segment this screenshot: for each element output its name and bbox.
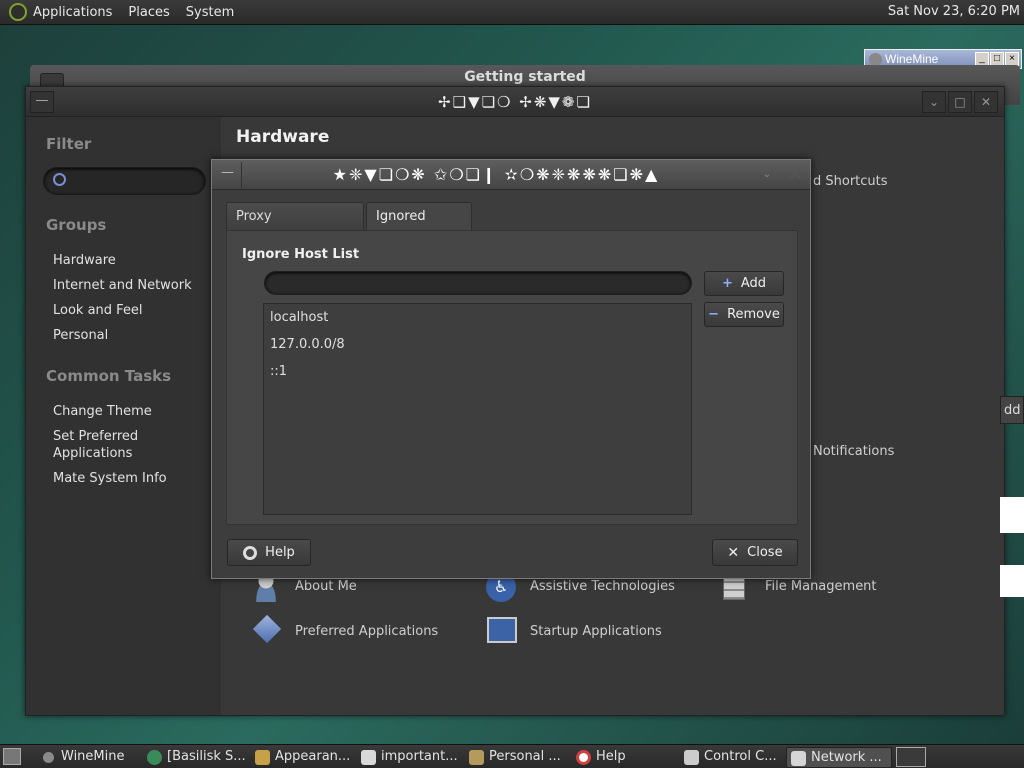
proxy-dialog-title: ★❈▼❏❍❋ ✩❍❏❙ ✫❍❋❈❋❋❋❏❋▲ [332,165,660,184]
network-icon [791,751,806,766]
taskbar-item-winemine[interactable]: WineMine [37,747,140,768]
tab-proxy-configuration[interactable]: Proxy Configuration [226,202,364,251]
host-list-item[interactable]: 127.0.0.0/8 [270,337,345,352]
task-label: Appearan... [275,749,351,764]
maximize-button[interactable]: □ [948,91,972,113]
task-label: [Basilisk S... [167,749,246,764]
taskbar-item-help[interactable]: Help [572,747,676,768]
diamond-app-icon [252,614,282,644]
task-label: Network ... [811,750,882,765]
filter-search-input[interactable] [43,167,206,195]
close-button[interactable]: ✕ [782,162,808,188]
minus-icon: − [708,307,720,322]
task-label: important... [381,749,458,764]
tab-ignored-hosts[interactable]: Ignored Hosts [366,202,472,251]
mate-menu-icon[interactable] [9,3,27,21]
partial-white-panel-2 [1000,565,1024,597]
ignore-host-list-label: Ignore Host List [242,247,360,262]
host-entry-input[interactable] [264,271,692,295]
lifebuoy-icon [576,750,591,765]
taskbar-item-appearance[interactable]: Appearan... [251,747,355,768]
keyboard-shortcuts-item[interactable]: d Shortcuts [813,174,888,189]
system-menu[interactable]: System [186,5,234,20]
top-panel: Applications Places System Sat Nov 23, 6… [0,0,1024,25]
proxy-dialog-titlebar[interactable]: — ★❈▼❏❍❋ ✩❍❏❙ ✫❍❋❈❋❋❋❏❋▲ ⌄ ✕ [212,160,810,190]
getting-started-title: Getting started [464,69,586,85]
add-host-button[interactable]: + Add [704,271,784,296]
remove-host-button[interactable]: − Remove [704,302,784,327]
help-button-label: Help [265,545,295,560]
add-button-label: Add [740,276,767,291]
taskbar-item-important[interactable]: important... [357,747,463,768]
host-list-item[interactable]: ::1 [270,364,287,379]
close-button[interactable]: × [1005,52,1019,66]
remove-button-label: Remove [727,307,780,322]
network-proxy-dialog: — ★❈▼❏❍❋ ✩❍❏❙ ✫❍❋❈❋❋❋❏❋▲ ⌄ ✕ Proxy Confi… [211,159,811,579]
applications-menu[interactable]: Applications [33,5,112,20]
lifebuoy-icon [243,545,258,560]
maximize-button[interactable]: □ [990,52,1004,66]
sidebar: Filter Groups Hardware Internet and Netw… [26,117,221,715]
preferred-applications-item[interactable]: Preferred Applications [295,624,438,639]
common-tasks-heading: Common Tasks [46,367,172,385]
close-button-label: Close [747,545,783,560]
host-list-item[interactable]: localhost [270,310,328,325]
control-center-titlebar[interactable]: — ✢❑▼❏❍ ✢❋▼❁❏ ⌄ □ ✕ [26,87,1004,117]
group-look-feel[interactable]: Look and Feel [53,302,213,319]
text-editor-icon [361,750,376,765]
startup-icon [487,617,517,643]
show-desktop-icon[interactable] [3,748,21,765]
control-center-icon [684,750,699,765]
mine-icon [43,752,54,763]
help-button[interactable]: Help [227,539,311,566]
groups-heading: Groups [46,216,107,234]
shade-button[interactable]: ⌄ [754,162,780,188]
task-set-preferred-apps[interactable]: Set Preferred Applications [53,428,163,462]
partial-white-panel [1000,497,1024,533]
task-mate-system-info[interactable]: Mate System Info [53,470,213,487]
taskbar-item-personal[interactable]: Personal ... [465,747,569,768]
about-me-item[interactable]: About Me [295,579,357,594]
assistive-technologies-item[interactable]: Assistive Technologies [530,579,675,594]
task-label: Help [596,749,626,764]
close-dialog-button[interactable]: ✕ Close [712,539,798,566]
group-hardware[interactable]: Hardware [53,252,213,269]
close-button[interactable]: ✕ [974,91,998,113]
taskbar-item-control-center[interactable]: Control C... [680,747,784,768]
task-label: WineMine [61,749,125,764]
group-personal[interactable]: Personal [53,327,213,344]
places-menu[interactable]: Places [128,5,169,20]
workspace-switcher[interactable] [896,747,926,767]
minimize-button[interactable]: _ [975,52,989,66]
task-label: Personal ... [489,749,561,764]
control-center-title: ✢❑▼❏❍ ✢❋▼❁❏ [438,93,592,111]
ignored-hosts-list[interactable]: localhost 127.0.0.0/8 ::1 [263,303,692,515]
task-change-theme[interactable]: Change Theme [53,403,213,420]
bottom-taskbar: WineMine [Basilisk S... Appearan... impo… [0,744,1024,768]
clock[interactable]: Sat Nov 23, 6:20 PM [888,4,1020,19]
notifications-item[interactable]: Notifications [813,444,894,459]
taskbar-item-network-proxy[interactable]: Network ... [786,747,892,768]
task-label: Control C... [704,749,777,764]
plus-icon: + [721,276,733,291]
file-management-item[interactable]: File Management [765,579,877,594]
search-icon [53,173,66,186]
taskbar-item-basilisk[interactable]: [Basilisk S... [143,747,249,768]
section-title-hardware: Hardware [236,127,330,147]
browser-icon [147,750,162,765]
window-menu-button[interactable]: — [214,162,242,188]
partial-add-button[interactable]: dd [1000,396,1024,424]
group-internet-network[interactable]: Internet and Network [53,277,213,294]
close-icon: ✕ [727,544,740,561]
winemine-title: WineMine [885,52,939,66]
appearance-icon [255,750,270,765]
filter-heading: Filter [46,135,92,153]
startup-applications-item[interactable]: Startup Applications [530,624,662,639]
shade-button[interactable]: ⌄ [922,91,946,113]
folder-icon [469,750,484,765]
